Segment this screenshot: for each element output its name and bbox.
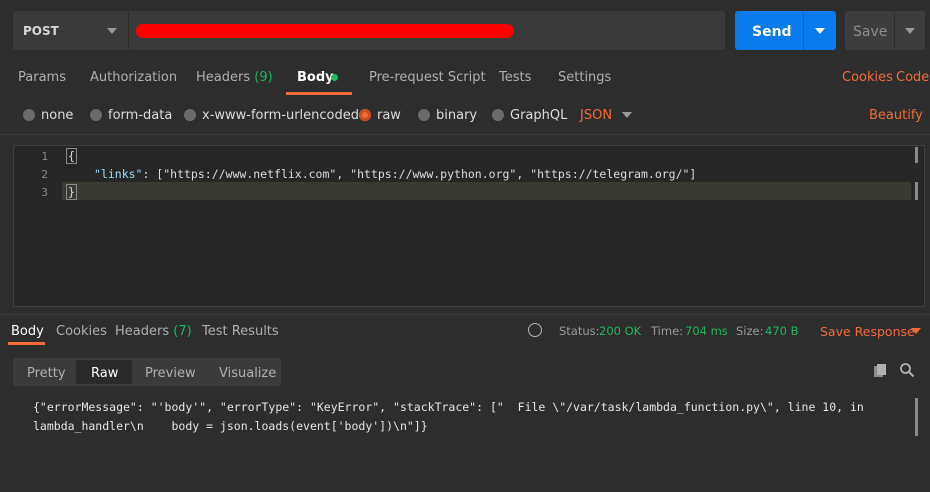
copy-icon[interactable] bbox=[873, 363, 889, 379]
response-scrollbar[interactable] bbox=[915, 398, 918, 436]
tab-body[interactable]: Body bbox=[297, 70, 334, 85]
response-tab-headers-count: (7) bbox=[173, 324, 192, 339]
response-body-line-1: {"errorMessage": "'body'", "errorType": … bbox=[33, 400, 864, 414]
radio-graphql[interactable] bbox=[492, 109, 504, 121]
view-pretty[interactable]: Pretty bbox=[27, 366, 66, 381]
radio-graphql-label: GraphQL bbox=[510, 108, 568, 123]
radio-urlencoded[interactable] bbox=[184, 109, 196, 121]
tab-prerequest-script[interactable]: Pre-request Script bbox=[369, 70, 486, 85]
view-preview[interactable]: Preview bbox=[145, 366, 196, 381]
response-tab-test-results[interactable]: Test Results bbox=[202, 324, 279, 339]
size-label: Size: bbox=[736, 324, 764, 338]
save-response-chevron-down-icon[interactable] bbox=[911, 328, 921, 334]
editor-scrollbar[interactable] bbox=[915, 147, 918, 163]
url-redaction-mark bbox=[136, 24, 514, 38]
line-number: 2 bbox=[41, 168, 48, 181]
line-number: 1 bbox=[41, 150, 48, 163]
radio-none-label: none bbox=[41, 108, 74, 123]
search-icon[interactable] bbox=[899, 362, 915, 378]
current-line-highlight bbox=[62, 182, 911, 200]
radio-form-data-label: form-data bbox=[108, 108, 173, 123]
radio-none[interactable] bbox=[23, 109, 35, 121]
format-select[interactable]: JSON bbox=[580, 108, 612, 123]
radio-binary[interactable] bbox=[418, 109, 430, 121]
send-label: Send bbox=[752, 24, 792, 40]
tab-tests[interactable]: Tests bbox=[499, 70, 531, 85]
time-value: 704 ms bbox=[685, 324, 728, 338]
tab-headers[interactable]: Headers (9) bbox=[196, 70, 273, 85]
response-active-tab-underline bbox=[8, 342, 45, 345]
code-line-2: "links": ["https://www.netflix.com", "ht… bbox=[94, 167, 696, 181]
response-tab-headers-label: Headers bbox=[115, 324, 170, 339]
format-chevron-down-icon[interactable] bbox=[622, 112, 632, 118]
method-label: POST bbox=[23, 24, 59, 38]
view-visualize[interactable]: Visualize bbox=[219, 366, 276, 381]
json-value: : ["https://www.netflix.com", "https://w… bbox=[142, 167, 697, 181]
time-label: Time: bbox=[651, 324, 684, 338]
response-tab-headers[interactable]: Headers (7) bbox=[115, 324, 192, 339]
code-link[interactable]: Code bbox=[896, 70, 929, 85]
save-options-chevron-down-icon[interactable] bbox=[905, 28, 915, 34]
save-label: Save bbox=[853, 24, 888, 40]
tab-params[interactable]: Params bbox=[18, 70, 66, 85]
status-value: 200 OK bbox=[599, 324, 642, 338]
radio-form-data[interactable] bbox=[90, 109, 102, 121]
save-divider bbox=[894, 11, 895, 50]
code-line-3: } bbox=[66, 184, 77, 200]
response-tab-cookies[interactable]: Cookies bbox=[56, 324, 107, 339]
response-divider bbox=[0, 314, 930, 315]
response-body-line-2: lambda_handler\n body = json.loads(event… bbox=[33, 419, 428, 433]
radio-raw[interactable] bbox=[359, 109, 371, 121]
save-response-button[interactable]: Save Response bbox=[820, 324, 915, 339]
status-label: Status: bbox=[559, 324, 600, 338]
tab-headers-count: (9) bbox=[254, 70, 273, 85]
beautify-link[interactable]: Beautify bbox=[869, 108, 923, 123]
body-modified-dot bbox=[331, 74, 338, 81]
radio-binary-label: binary bbox=[436, 108, 478, 123]
globe-icon[interactable] bbox=[528, 323, 542, 337]
method-chevron-down-icon bbox=[107, 28, 117, 34]
radio-urlencoded-label: x-www-form-urlencoded bbox=[202, 108, 360, 123]
radio-raw-label: raw bbox=[377, 108, 401, 123]
active-tab-underline bbox=[286, 92, 352, 95]
editor-scroll-marker bbox=[915, 182, 918, 200]
line-number: 3 bbox=[41, 186, 48, 199]
tab-authorization[interactable]: Authorization bbox=[90, 70, 177, 85]
section-divider bbox=[0, 134, 930, 135]
tab-headers-label: Headers bbox=[196, 70, 251, 85]
tab-settings[interactable]: Settings bbox=[558, 70, 611, 85]
response-tab-body[interactable]: Body bbox=[11, 324, 44, 339]
cookies-link[interactable]: Cookies bbox=[842, 70, 893, 85]
json-key: "links" bbox=[94, 167, 143, 181]
size-value: 470 B bbox=[765, 324, 799, 338]
view-raw[interactable]: Raw bbox=[91, 366, 118, 381]
code-line-1: { bbox=[66, 148, 77, 164]
send-divider bbox=[803, 11, 804, 50]
send-options-chevron-down-icon[interactable] bbox=[815, 28, 825, 34]
